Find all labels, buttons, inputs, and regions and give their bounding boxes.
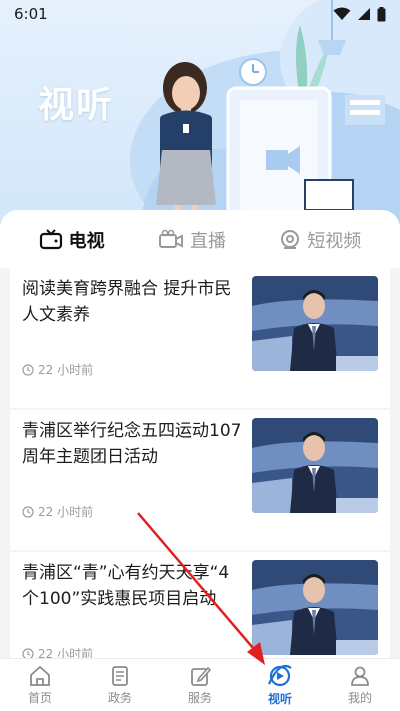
list-item-text: 青浦区“青”心有约天天享“4个100”实践惠民项目启动 22 小时前 [22,560,252,658]
tab-short-video-label: 短视频 [307,231,362,252]
tab-live-label: 直播 [189,231,226,252]
play-eye-icon [268,664,292,686]
tab-tv-label: 电视 [68,231,105,252]
nav-audiovisual-label: 视听 [267,691,292,706]
nav-home-label: 首页 [27,690,52,705]
nav-government-label: 政务 [107,690,132,705]
list-item[interactable]: 青浦区举行纪念五四运动107周年主题团日活动 22 小时前 [10,410,390,550]
nav-home[interactable]: 首页 [0,659,80,711]
list-item-title: 青浦区“青”心有约天天享“4个100”实践惠民项目启动 [22,563,230,609]
news-thumbnail[interactable] [252,276,378,371]
bottom-nav: 首页 政务 服务 视听 我的 [0,658,400,711]
clock-icon [22,505,34,518]
list-item-title: 青浦区举行纪念五四运动107周年主题团日活动 [22,421,242,467]
tab-live[interactable]: 直播 [158,227,226,253]
nav-government[interactable]: 政务 [80,659,160,711]
tab-tv[interactable]: 电视 [39,227,105,253]
list-item-time-label: 22 小时前 [38,647,94,658]
document-icon [112,665,128,686]
status-icons [333,6,386,22]
nav-service[interactable]: 服务 [160,659,240,711]
list-item[interactable]: 青浦区“青”心有约天天享“4个100”实践惠民项目启动 22 小时前 [10,552,390,658]
header-banner: 视听 [0,0,400,225]
signal-icon [358,8,370,20]
wifi-icon [333,7,351,20]
location-pin-icon [281,230,300,249]
news-thumbnail[interactable] [252,418,378,513]
video-camera-icon [158,229,183,248]
news-thumbnail[interactable] [252,560,378,655]
tab-short-video[interactable]: 短视频 [279,227,361,253]
clock-icon [22,647,34,658]
clock-icon [22,363,34,376]
list-item[interactable]: 阅读美育跨界融合 提升市民人文素养 22 小时前 [10,268,390,408]
tab-bar: 电视 直播 短视频 [0,210,400,270]
list-item-text: 阅读美育跨界融合 提升市民人文素养 22 小时前 [22,276,252,408]
status-bar: 6:01 [0,0,400,28]
list-item-title: 阅读美育跨界融合 提升市民人文素养 [22,279,232,325]
edit-icon [191,666,211,686]
tv-icon [39,229,62,250]
list-item-text: 青浦区举行纪念五四运动107周年主题团日活动 22 小时前 [22,418,252,550]
status-time: 6:01 [14,5,48,23]
home-icon [30,665,50,686]
list-item-time-label: 22 小时前 [38,363,94,377]
nav-mine[interactable]: 我的 [320,659,400,711]
list-item-time-label: 22 小时前 [38,505,94,519]
list-item-time: 22 小时前 [22,503,242,520]
nav-mine-label: 我的 [347,690,372,705]
nav-audiovisual[interactable]: 视听 [240,659,320,711]
list-item-time: 22 小时前 [22,361,242,378]
list-item-time: 22 小时前 [22,645,242,658]
news-list: 阅读美育跨界融合 提升市民人文素养 22 小时前 青浦区举行纪念五四运动107周… [0,268,400,658]
nav-service-label: 服务 [187,690,212,705]
user-icon [351,666,369,686]
page-title: 视听 [38,85,115,126]
battery-icon [377,6,386,21]
